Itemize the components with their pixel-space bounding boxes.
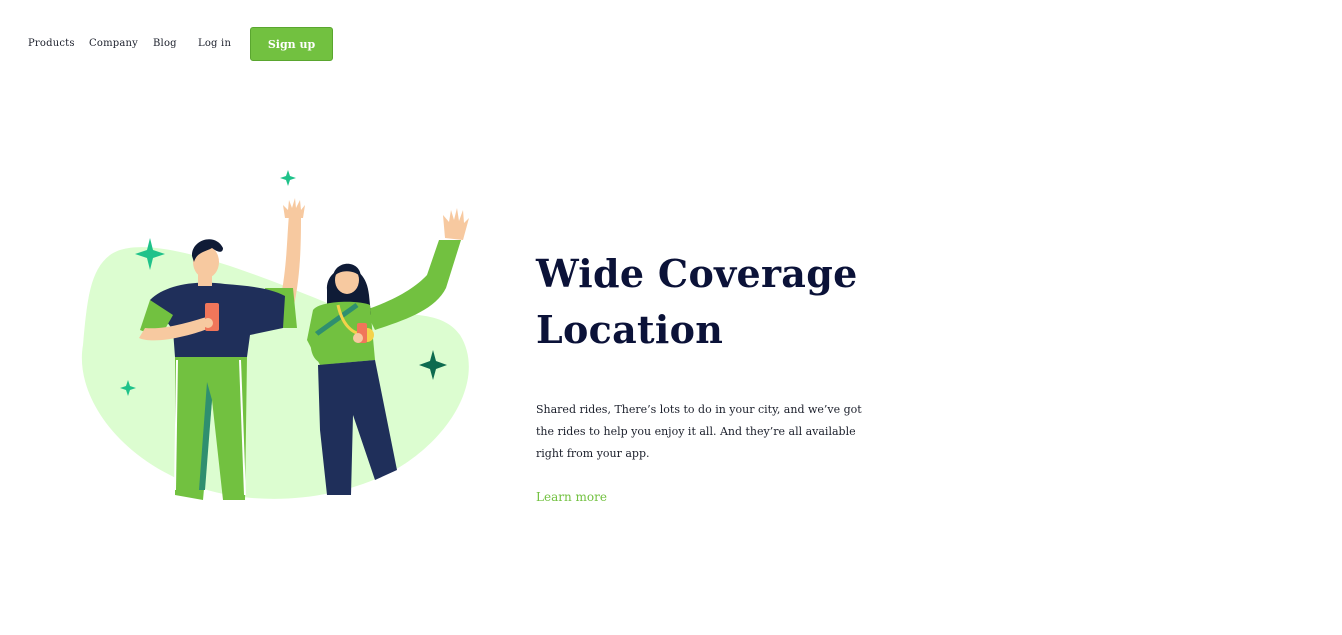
hero-section: Wide Coverage Location Shared rides, The… xyxy=(536,246,886,504)
signup-button[interactable]: Sign up xyxy=(250,27,333,61)
learn-more-link[interactable]: Learn more xyxy=(536,490,607,504)
nav-link-blog[interactable]: Blog xyxy=(153,38,177,50)
top-nav: Products Company Blog Log in Sign up xyxy=(0,0,1342,88)
sparkle-icon xyxy=(280,170,296,186)
hero-description: Shared rides, There’s lots to do in your… xyxy=(536,403,862,460)
hero-title: Wide Coverage Location xyxy=(536,246,886,358)
hero-illustration xyxy=(75,160,485,510)
nav-link-products[interactable]: Products xyxy=(28,38,75,50)
hero-title-line2: Location xyxy=(536,307,724,352)
nav-link-login[interactable]: Log in xyxy=(198,38,231,50)
nav-link-company[interactable]: Company xyxy=(89,38,138,50)
people-waving-illustration xyxy=(81,170,469,500)
hero-title-line1: Wide Coverage xyxy=(536,251,858,296)
